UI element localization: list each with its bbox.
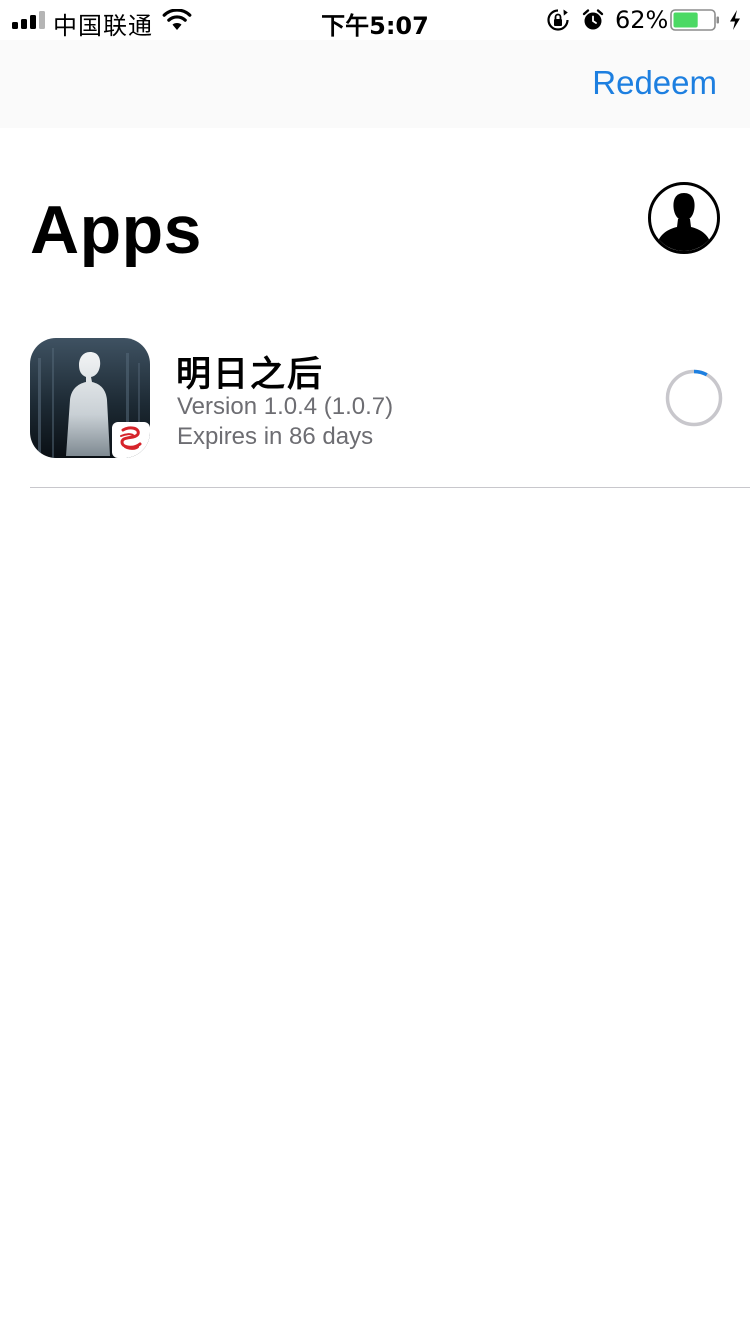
page-title: Apps [30, 192, 202, 268]
redeem-button[interactable]: Redeem [592, 64, 717, 102]
row-separator [30, 487, 750, 488]
charging-icon [730, 10, 740, 30]
navigation-bar: Redeem [0, 40, 750, 128]
app-expiry: Expires in 86 days [177, 423, 374, 450]
app-icon [30, 338, 150, 458]
rotation-lock-icon [547, 9, 569, 31]
account-avatar-button[interactable] [648, 182, 720, 254]
progress-track [665, 369, 723, 427]
alarm-icon [582, 9, 604, 30]
install-progress-button[interactable] [664, 368, 724, 428]
app-name: 明日之后 [176, 355, 325, 395]
status-bar: 中国联通 下午5:07 62% [0, 0, 750, 40]
battery-percentage: 62% [615, 6, 669, 34]
app-list-item[interactable]: 明日之后 Version 1.0.4 (1.0.7) Expires in 86… [0, 338, 750, 488]
battery-icon [670, 9, 719, 31]
app-version: Version 1.0.4 (1.0.7) [177, 393, 394, 420]
